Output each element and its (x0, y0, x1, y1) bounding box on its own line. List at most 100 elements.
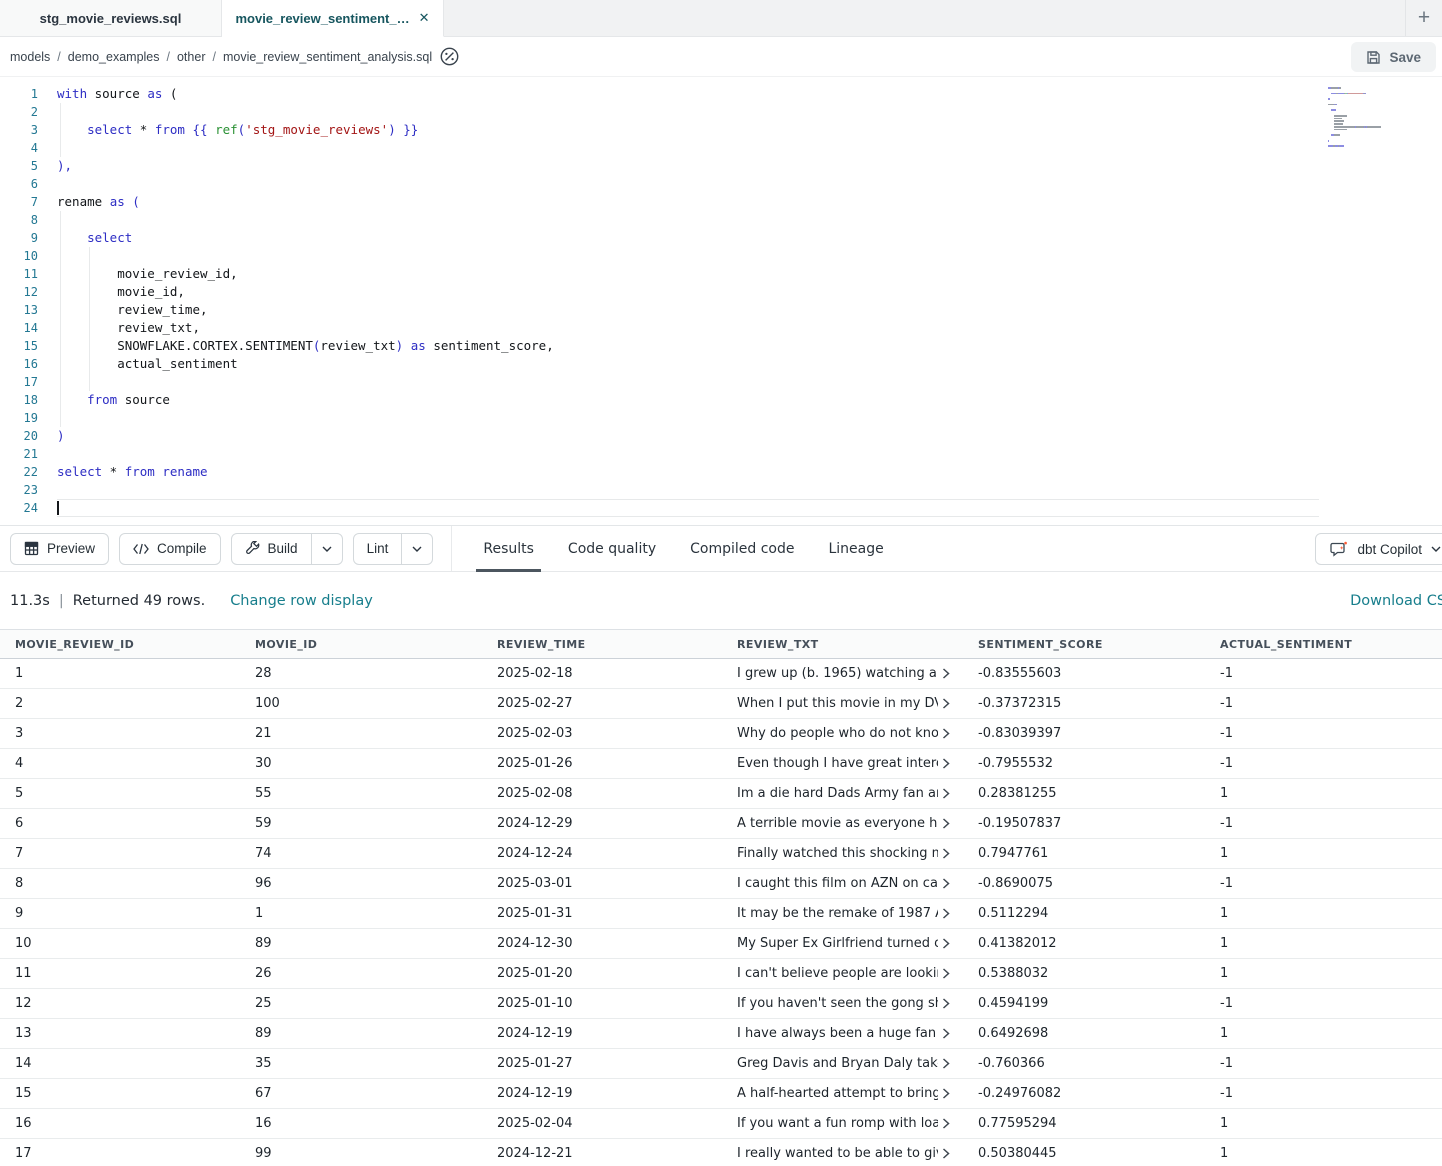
table-cell: 1 (240, 906, 482, 921)
line-number: 19 (0, 409, 38, 427)
table-cell: 7 (0, 846, 240, 861)
editor-tab[interactable]: movie_review_sentiment_…✕ (222, 0, 444, 37)
change-row-display-link[interactable]: Change row display (230, 593, 373, 609)
expand-cell-button[interactable] (942, 668, 950, 679)
expand-cell-button[interactable] (942, 818, 950, 829)
table-cell: 1 (1205, 1146, 1442, 1161)
minimap-line (1328, 126, 1400, 128)
download-csv-link[interactable]: Download CSV (1350, 593, 1442, 609)
table-row: 17992024-12-21I really wanted to be able… (0, 1139, 1442, 1166)
expand-cell-button[interactable] (942, 1118, 950, 1129)
table-cell: 0.41382012 (963, 936, 1205, 951)
table-cell: 2025-02-03 (482, 726, 722, 741)
indent-guide (60, 319, 61, 337)
tab-bar-tabs: stg_movie_reviews.sql movie_review_sentim… (0, 0, 444, 36)
code-line: 3 select * from {{ ref('stg_movie_review… (0, 121, 1442, 139)
line-number: 13 (0, 301, 38, 319)
table-cell: 99 (240, 1146, 482, 1161)
table-cell: 3 (0, 726, 240, 741)
breadcrumb-separator: / (167, 50, 170, 64)
table-cell: -0.24976082 (963, 1086, 1205, 1101)
lint-dropdown-button[interactable] (401, 534, 432, 564)
result-tab-compiled-code[interactable]: Compiled code (673, 525, 811, 572)
editor-tab[interactable]: stg_movie_reviews.sql (0, 0, 222, 36)
expand-cell-button[interactable] (942, 1058, 950, 1069)
new-tab-button[interactable]: + (1405, 0, 1442, 36)
build-button-main[interactable]: Build (232, 534, 311, 564)
line-number: 20 (0, 427, 38, 445)
chevron-right-icon (942, 818, 950, 829)
expand-cell-button[interactable] (942, 788, 950, 799)
code-line-content: rename as ( (57, 193, 1319, 211)
code-token: ref (215, 122, 238, 137)
code-token: }} (403, 122, 418, 137)
expand-cell-button[interactable] (942, 728, 950, 739)
table-cell: 2025-01-10 (482, 996, 722, 1011)
code-line-content (57, 499, 1319, 517)
table-cell: 0.28381255 (963, 786, 1205, 801)
lint-button-main[interactable]: Lint (354, 534, 402, 564)
expand-cell-button[interactable] (942, 1088, 950, 1099)
file-docs-icon[interactable] (440, 47, 459, 66)
build-button: Build (231, 533, 343, 565)
expand-cell-button[interactable] (942, 848, 950, 859)
table-cell: 15 (0, 1086, 240, 1101)
expand-cell-button[interactable] (942, 938, 950, 949)
expand-cell-button[interactable] (942, 1028, 950, 1039)
code-line-content (57, 103, 1319, 121)
expand-cell-button[interactable] (942, 998, 950, 1009)
minimap-line (1328, 115, 1400, 117)
code-token: sentiment_score, (426, 338, 554, 353)
code-token (208, 122, 216, 137)
chevron-right-icon (942, 1058, 950, 1069)
table-cell: Greg Davis and Bryan Daly take some … (722, 1056, 963, 1071)
table-cell: 0.7947761 (963, 846, 1205, 861)
review-text: Even though I have great interest in Bi… (737, 756, 938, 771)
code-line-content (57, 211, 1319, 229)
preview-button[interactable]: Preview (10, 533, 109, 565)
code-line: 24 (0, 499, 1442, 517)
code-line-content: movie_id, (57, 283, 1319, 301)
result-tab-code-quality[interactable]: Code quality (551, 525, 673, 572)
compile-button[interactable]: Compile (119, 533, 221, 565)
indent-guide (60, 211, 61, 229)
code-line: 13 review_time, (0, 301, 1442, 319)
table-cell: 0.5388032 (963, 966, 1205, 981)
indent-guide (60, 139, 61, 157)
breadcrumb-segment: demo_examples (68, 50, 160, 64)
chevron-right-icon (942, 668, 950, 679)
expand-cell-button[interactable] (942, 1148, 950, 1159)
expand-cell-button[interactable] (942, 908, 950, 919)
expand-cell-button[interactable] (942, 758, 950, 769)
result-tab-lineage[interactable]: Lineage (811, 525, 900, 572)
dbt-copilot-button[interactable]: dbt Copilot (1315, 533, 1442, 565)
expand-cell-button[interactable] (942, 878, 950, 889)
code-token: as (110, 194, 125, 209)
save-label: Save (1389, 50, 1421, 65)
chevron-right-icon (942, 698, 950, 709)
column-header: MOVIE_ID (240, 638, 482, 651)
table-cell: 2024-12-24 (482, 846, 722, 861)
expand-cell-button[interactable] (942, 968, 950, 979)
close-icon[interactable]: ✕ (419, 10, 430, 26)
code-line-content (57, 373, 1319, 391)
table-cell: 2025-01-27 (482, 1056, 722, 1071)
chevron-right-icon (942, 968, 950, 979)
table-cell: A half-hearted attempt to bring Elvis P… (722, 1086, 963, 1101)
table-cell: Why do people who do not know what… (722, 726, 963, 741)
review-text: A half-hearted attempt to bring Elvis P… (737, 1086, 938, 1101)
editor-minimap[interactable] (1328, 87, 1400, 154)
tab-label: stg_movie_reviews.sql (40, 11, 182, 26)
table-cell: 2025-03-01 (482, 876, 722, 891)
build-dropdown-button[interactable] (311, 534, 342, 564)
save-button[interactable]: Save (1351, 42, 1436, 72)
sql-code-editor[interactable]: 1with source as (23 select * from {{ ref… (0, 77, 1442, 525)
expand-cell-button[interactable] (942, 698, 950, 709)
breadcrumb-segment: other (177, 50, 206, 64)
review-text: When I put this movie in my DVD playe… (737, 696, 938, 711)
table-cell: 1 (1205, 966, 1442, 981)
table-cell: 1 (1205, 1116, 1442, 1131)
result-tab-results[interactable]: Results (466, 525, 551, 572)
code-line: 17 (0, 373, 1442, 391)
query-status-bar: 11.3s | Returned 49 rows. Change row dis… (0, 572, 1442, 629)
